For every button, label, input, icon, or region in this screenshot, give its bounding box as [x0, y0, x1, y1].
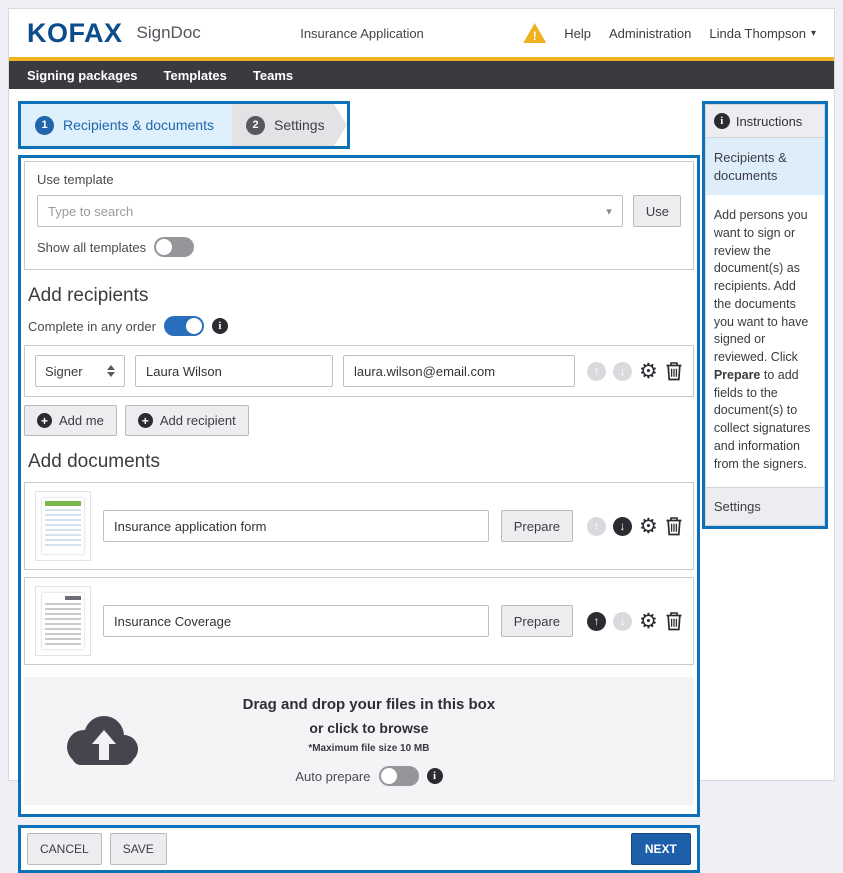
app-window: KOFAX SignDoc Insurance Application ! He…	[8, 8, 835, 781]
move-down-icon: ↓	[613, 612, 632, 631]
add-me-label: Add me	[59, 413, 104, 428]
document-thumbnail[interactable]	[35, 491, 91, 561]
prepare-button[interactable]: Prepare	[501, 510, 573, 542]
instructions-header: i Instructions	[706, 105, 824, 138]
tab-settings[interactable]: 2 Settings	[232, 104, 347, 146]
next-button[interactable]: NEXT	[631, 833, 691, 865]
instructions-body: Add persons you want to sign or review t…	[706, 195, 824, 487]
main-navbar: Signing packages Templates Teams	[9, 61, 834, 89]
instructions-sidebar: i Instructions Recipients & documents Ad…	[702, 101, 828, 529]
add-me-button[interactable]: + Add me	[24, 405, 117, 436]
move-down-icon: ↓	[613, 362, 632, 381]
complete-any-order-label: Complete in any order	[28, 319, 156, 334]
info-icon[interactable]: i	[212, 318, 228, 334]
chevron-down-icon: ▾	[811, 28, 816, 39]
file-dropzone[interactable]: Drag and drop your files in this box or …	[24, 677, 694, 805]
step-1-badge: 1	[35, 116, 54, 135]
user-menu[interactable]: Linda Thompson ▾	[709, 26, 816, 41]
plus-icon: +	[138, 413, 153, 428]
sidebar-item-recipients-documents[interactable]: Recipients & documents	[706, 138, 824, 195]
instructions-title: Instructions	[736, 114, 802, 129]
template-search-input[interactable]	[48, 204, 606, 219]
document-row: Prepare ↑ ↓ ⚙	[24, 577, 694, 665]
move-up-icon[interactable]: ↑	[587, 612, 606, 631]
cancel-button[interactable]: CANCEL	[27, 833, 102, 865]
header-actions: ! Help Administration Linda Thompson ▾	[523, 23, 816, 43]
gear-icon[interactable]: ⚙	[639, 516, 658, 537]
wizard-steps: 1 Recipients & documents 2 Settings	[18, 101, 350, 149]
recipient-name-input[interactable]	[135, 355, 333, 387]
document-thumbnail[interactable]	[35, 586, 91, 656]
save-button[interactable]: SAVE	[110, 833, 167, 865]
use-template-panel: Use template ▾ Use Show all templates	[24, 161, 694, 270]
dropzone-max-size-note: *Maximum file size 10 MB	[172, 743, 566, 754]
recipient-email-input[interactable]	[343, 355, 575, 387]
administration-link[interactable]: Administration	[609, 26, 691, 41]
gear-icon[interactable]: ⚙	[639, 361, 658, 382]
kofax-logo: KOFAX	[27, 18, 123, 49]
content-area: 1 Recipients & documents 2 Settings Use …	[9, 89, 834, 873]
sidebar-item-settings[interactable]: Settings	[706, 487, 824, 525]
recipient-row: Signer ↑ ↓ ⚙	[24, 345, 694, 397]
add-documents-heading: Add documents	[28, 451, 690, 473]
package-form: Use template ▾ Use Show all templates	[18, 155, 700, 817]
recipient-role-value: Signer	[45, 364, 83, 379]
trash-icon[interactable]	[665, 611, 683, 631]
add-recipient-label: Add recipient	[160, 413, 236, 428]
document-row: Prepare ↑ ↓ ⚙	[24, 482, 694, 570]
auto-prepare-toggle[interactable]	[379, 766, 419, 786]
trash-icon[interactable]	[665, 361, 683, 381]
app-header: KOFAX SignDoc Insurance Application ! He…	[9, 9, 834, 57]
recipient-role-select[interactable]: Signer	[35, 355, 125, 387]
plus-icon: +	[37, 413, 52, 428]
auto-prepare-label: Auto prepare	[295, 769, 370, 784]
add-recipient-button[interactable]: + Add recipient	[125, 405, 249, 436]
step-1-label: Recipients & documents	[63, 117, 214, 133]
template-search-combobox[interactable]: ▾	[37, 195, 623, 227]
nav-item-signing-packages[interactable]: Signing packages	[27, 68, 138, 83]
help-link[interactable]: Help	[564, 26, 591, 41]
show-all-templates-toggle[interactable]	[154, 237, 194, 257]
footer-actions: CANCEL SAVE NEXT	[18, 825, 700, 873]
step-2-badge: 2	[246, 116, 265, 135]
trash-icon[interactable]	[665, 516, 683, 536]
dropzone-line1: Drag and drop your files in this box	[172, 696, 566, 713]
add-recipients-heading: Add recipients	[28, 285, 690, 307]
move-down-icon[interactable]: ↓	[613, 517, 632, 536]
instructions-text-bold: Prepare	[714, 368, 761, 382]
document-title-input[interactable]	[103, 510, 489, 542]
use-template-label: Use template	[37, 172, 681, 187]
prepare-button[interactable]: Prepare	[501, 605, 573, 637]
combobox-caret-icon[interactable]: ▾	[606, 205, 612, 218]
info-icon[interactable]: i	[427, 768, 443, 784]
user-name: Linda Thompson	[709, 26, 806, 41]
product-name: SignDoc	[137, 23, 201, 43]
info-icon: i	[714, 113, 730, 129]
move-up-icon: ↑	[587, 362, 606, 381]
nav-item-templates[interactable]: Templates	[164, 68, 227, 83]
tab-recipients-documents[interactable]: 1 Recipients & documents	[21, 104, 232, 146]
cloud-upload-icon	[58, 707, 146, 776]
use-template-button[interactable]: Use	[633, 195, 681, 227]
step-2-label: Settings	[274, 117, 325, 133]
warning-triangle-icon[interactable]: !	[523, 23, 546, 43]
show-all-templates-label: Show all templates	[37, 240, 146, 255]
instructions-text-1: Add persons you want to sign or review t…	[714, 208, 809, 364]
complete-any-order-toggle[interactable]	[164, 316, 204, 336]
nav-item-teams[interactable]: Teams	[253, 68, 293, 83]
signing-package-title: Insurance Application	[201, 26, 523, 41]
move-up-icon: ↑	[587, 517, 606, 536]
warning-exclamation: !	[533, 30, 537, 43]
document-title-input[interactable]	[103, 605, 489, 637]
gear-icon[interactable]: ⚙	[639, 611, 658, 632]
select-spinner-icon	[107, 365, 115, 377]
dropzone-line2: or click to browse	[172, 720, 566, 736]
instructions-text-2: to add fields to the document(s) to coll…	[714, 368, 811, 471]
main-column: 1 Recipients & documents 2 Settings Use …	[18, 101, 700, 873]
